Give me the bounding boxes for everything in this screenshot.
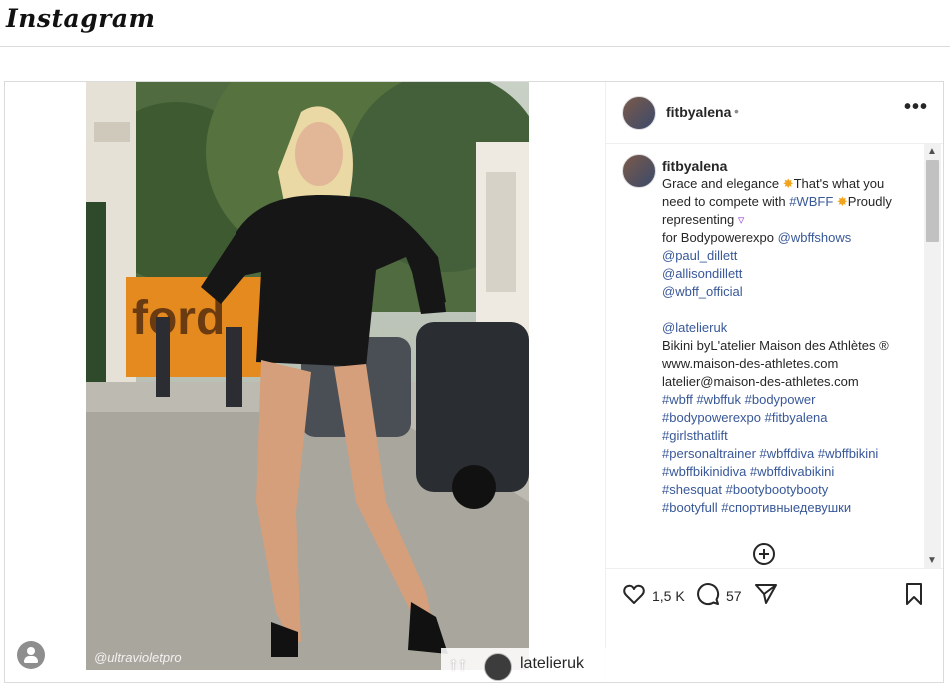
caption-line: @latelieruk [662,319,922,337]
caption-segment: latelier@maison-des-athletes.com [662,374,859,389]
caption-line [662,301,922,319]
caption-segment: for Bodypowerexpo [662,230,778,245]
comments-scrollbar[interactable]: ▲ ▼ [924,144,941,568]
caption-segment: representing [662,212,738,227]
tagged-user-avatar [484,653,512,681]
caption-segment: That's what you [793,176,885,191]
caption-line: #wbffbikinidiva #wbffdivabikini [662,463,922,481]
caption-link[interactable]: @allisondillett [662,266,742,281]
caption-link[interactable]: #wbffbikinidiva #wbffdivabikini [662,464,834,479]
like-heart-icon[interactable] [622,582,646,606]
post-header: fitbyalena • ••• [606,82,943,144]
instagram-logo[interactable]: Instagram [6,4,156,33]
caption-author-avatar[interactable] [622,154,656,188]
bookmark-icon[interactable] [902,582,926,606]
caption-line: #girlsthatlift [662,427,922,445]
caption-line: Bikini byL'atelier Maison des Athlètes ® [662,337,922,355]
photo-illustration: ford @ultravioletpro [86,82,529,670]
comments-count: 57 [726,588,742,604]
caption-link[interactable]: @wbffshows [778,230,852,245]
caption-segment: Bikini byL'atelier Maison des Athlètes ® [662,338,889,353]
top-bar: Instagram [0,0,950,47]
tagged-user-name: latelieruk [520,655,585,672]
truck-lettering: ford [132,292,225,345]
caption-line: www.maison-des-athletes.com [662,355,922,373]
post-photo[interactable]: ford @ultravioletpro [86,82,529,670]
sparkle-emoji: ✸ [782,176,794,191]
caption-link[interactable]: #girlsthatlift [662,428,728,443]
caption-link[interactable]: @paul_dillett [662,248,737,263]
comment-bubble-icon[interactable] [696,582,720,606]
tagged-user-label[interactable]: ↑↑ latelieruk [441,648,609,682]
caption-link[interactable]: @wbff_official [662,284,743,299]
caption-segment: www.maison-des-athletes.com [662,356,839,371]
post-actions: 1,5 K 57 [606,568,943,623]
comments-panel[interactable]: fitbyalena Grace and elegance ✸That's wh… [606,144,943,568]
author-username[interactable]: fitbyalena [666,104,731,120]
caption-link[interactable]: #personaltrainer #wbffdiva #wbffbikini [662,446,878,461]
caption-line: @paul_dillett [662,247,922,265]
caption-line: representing ▿ [662,211,922,229]
caption-segment: Grace and elegance [662,176,783,191]
post-caption: fitbyalena Grace and elegance ✸That's wh… [662,157,922,517]
caption-link[interactable]: #bootyfull #спортивныедевушки [662,500,851,515]
scroll-down-icon[interactable]: ▼ [927,555,937,566]
load-more-comments-icon[interactable] [753,543,775,565]
caption-line: #bootyfull #спортивныедевушки [662,499,922,517]
tagged-people-button[interactable] [17,641,45,669]
author-avatar[interactable] [622,96,656,130]
scrollbar-thumb[interactable] [926,160,939,242]
caption-line: @wbff_official [662,283,922,301]
caption-line: need to compete with #WBFF ✸Proudly [662,193,922,211]
post-sidebar: fitbyalena • ••• fitbyalena Grace and el… [606,82,943,682]
caption-line: #wbff #wbffuk #bodypower [662,391,922,409]
caption-line: latelier@maison-des-athletes.com [662,373,922,391]
sparkle-emoji: ✸ [836,194,848,209]
likes-count: 1,5 K [652,588,685,604]
bikini-emoji: ▿ [737,212,745,227]
share-send-icon[interactable] [754,582,778,606]
caption-line: #personaltrainer #wbffdiva #wbffbikini [662,445,922,463]
caption-link[interactable]: #bodypowerexpo #fitbyalena [662,410,828,425]
caption-link[interactable]: #wbff #wbffuk #bodypower [662,392,815,407]
caption-segment: need to compete with [662,194,790,209]
caption-line: @allisondillett [662,265,922,283]
caption-link[interactable]: #WBFF [789,194,833,209]
caption-line: #shesquat #bootybootybooty [662,481,922,499]
caption-line: for Bodypowerexpo @wbffshows [662,229,922,247]
caption-link[interactable]: #shesquat #bootybootybooty [662,482,828,497]
post-media: ford @ultravioletpro ↑↑ latelieruk [5,82,609,682]
more-options-icon[interactable]: ••• [904,96,928,119]
post-card: ford @ultravioletpro ↑↑ latelieruk fitby… [4,81,944,683]
scroll-up-icon[interactable]: ▲ [927,146,937,157]
separator-dot: • [734,103,739,119]
caption-segment: Proudly [847,194,892,209]
up-arrows-icon: ↑↑ [449,654,467,674]
user-icon [27,647,35,655]
caption-text: Grace and elegance ✸That's what you need … [662,175,922,517]
caption-line: Grace and elegance ✸That's what you [662,175,922,193]
caption-author-username[interactable]: fitbyalena [662,157,922,175]
caption-link[interactable]: @latelieruk [662,320,727,335]
caption-line: #bodypowerexpo #fitbyalena [662,409,922,427]
photo-watermark: @ultravioletpro [94,650,182,665]
